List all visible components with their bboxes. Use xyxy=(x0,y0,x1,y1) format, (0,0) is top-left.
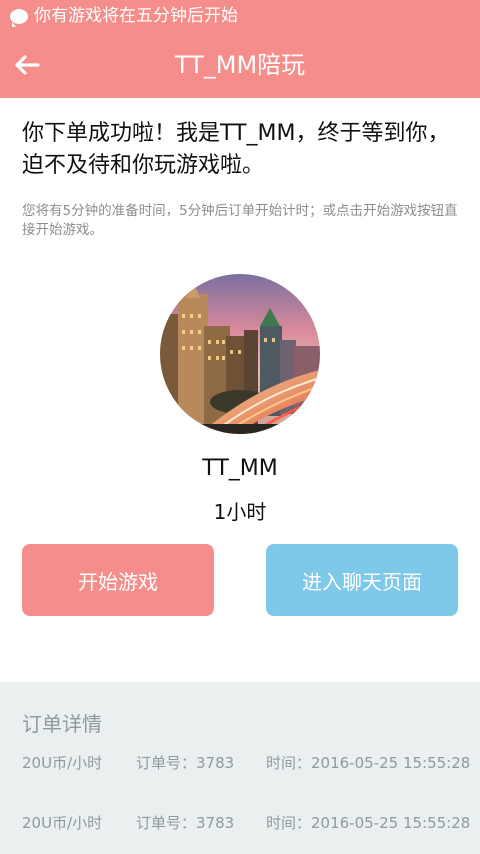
order-time: 时间：2016-05-25 15:55:28 xyxy=(266,754,471,772)
avatar-image xyxy=(160,274,320,434)
order-number: 订单号：3783 xyxy=(136,814,235,832)
success-headline: 你下单成功啦！我是TT_MM，终于等到你，迫不及待和你玩游戏啦。 xyxy=(22,121,450,178)
page-title: TT_MM陪玩 xyxy=(174,51,306,79)
order-price: 20U币/小时 xyxy=(22,754,103,772)
chat-bubble-icon xyxy=(10,8,28,27)
notification-bar: 你有游戏将在五分钟后开始 xyxy=(0,0,480,32)
order-number: 订单号：3783 xyxy=(136,754,235,772)
notification-text: 你有游戏将在五分钟后开始 xyxy=(34,6,238,26)
companion-name: TT_MM xyxy=(202,456,278,481)
enter-chat-button[interactable]: 进入聊天页面 xyxy=(266,544,458,616)
order-details-panel: 订单详情 20U币/小时 订单号：3783 时间：2016-05-25 15:5… xyxy=(0,682,480,854)
order-row: 20U币/小时 订单号：3783 时间：2016-05-25 15:55:28 xyxy=(22,812,470,836)
session-duration: 1小时 xyxy=(213,500,267,524)
order-price: 20U币/小时 xyxy=(22,814,103,832)
order-row: 20U币/小时 订单号：3783 时间：2016-05-25 15:55:28 xyxy=(22,752,470,776)
start-game-button[interactable]: 开始游戏 xyxy=(22,544,214,616)
avatar[interactable] xyxy=(160,274,320,434)
order-details-title: 订单详情 xyxy=(22,712,102,736)
order-time: 时间：2016-05-25 15:55:28 xyxy=(266,814,471,832)
preparation-note: 您将有5分钟的准备时间，5分钟后订单开始计时；或点击开始游戏按钮直接开始游戏。 xyxy=(22,203,458,238)
app-bar: TT_MM陪玩 xyxy=(0,32,480,98)
